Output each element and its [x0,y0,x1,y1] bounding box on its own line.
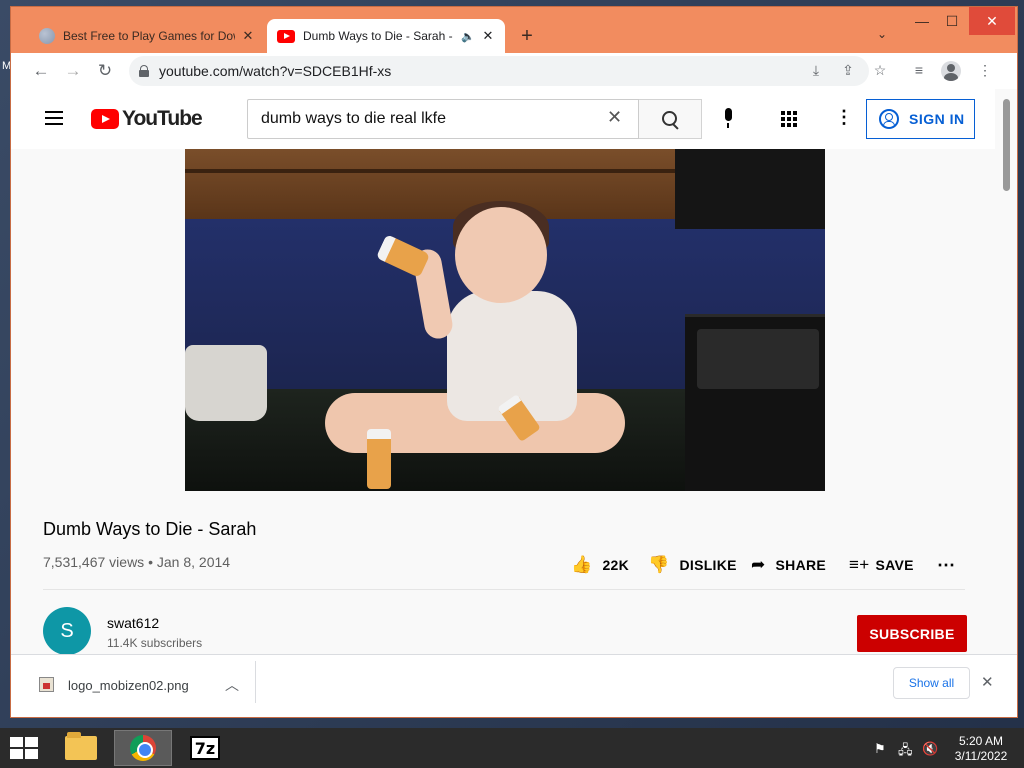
profile-avatar-icon[interactable] [941,61,961,81]
dislike-button[interactable]: 👎 DISLIKE [648,555,737,575]
browser-menu-icon[interactable]: ⋮ [975,62,995,79]
search-button[interactable] [639,99,702,139]
divider [43,589,965,590]
tab-title: Dumb Ways to Die - Sarah - [303,29,453,43]
youtube-favicon-icon [277,29,295,43]
action-center-flag-icon[interactable]: ⚑ [874,741,886,757]
reload-button[interactable]: ↻ [93,59,117,83]
tab-close-icon[interactable]: ✕ [241,28,255,44]
apps-grid-icon[interactable] [781,111,797,127]
back-button[interactable]: ← [29,59,53,83]
tab-close-icon[interactable]: ✕ [481,28,495,44]
new-tab-button[interactable]: + [517,25,537,48]
page-scrollbar[interactable] [995,89,1017,654]
show-all-downloads-button[interactable]: Show all [893,667,970,699]
install-app-icon[interactable]: ⤓ [807,62,825,79]
share-button[interactable]: ➦ SHARE [751,555,826,575]
browser-titlebar: Best Free to Play Games for Dow ✕ Dumb W… [11,7,1017,53]
tab-search-chevron-icon[interactable]: ⌄ [877,27,887,41]
share-arrow-icon: ➦ [751,555,766,574]
video-title: Dumb Ways to Die - Sarah [43,519,257,539]
volume-muted-icon[interactable]: 🔇 [922,741,938,757]
clear-search-icon[interactable]: ✕ [607,107,622,128]
save-button[interactable]: ≡+ SAVE [849,555,914,575]
tab-dumb-ways-to-die[interactable]: Dumb Ways to Die - Sarah - 🔈 ✕ [267,19,505,53]
account-icon [879,109,899,129]
image-file-icon [39,677,54,692]
dislike-label: DISLIKE [679,557,737,573]
lock-icon[interactable] [139,65,149,77]
view-count: 7,531,467 views [43,554,145,570]
sign-in-label: SIGN IN [909,111,965,127]
youtube-logo-text: YouTube [122,107,203,130]
channel-avatar[interactable]: S [43,607,91,654]
share-page-icon[interactable]: ⇪ [839,62,857,79]
url-text: youtube.com/watch?v=SDCEB1Hf-xs [159,63,392,79]
video-player[interactable] [185,149,825,491]
network-icon[interactable]: 🖧 [898,741,913,763]
browser-window: Best Free to Play Games for Dow ✕ Dumb W… [10,6,1018,718]
upload-date: Jan 8, 2014 [156,554,231,570]
channel-name[interactable]: swat612 [107,615,159,631]
like-count: 22K [602,557,630,573]
sign-in-button[interactable]: SIGN IN [866,99,975,139]
taskbar-file-explorer[interactable] [52,730,110,766]
tab-title: Best Free to Play Games for Dow [63,29,235,43]
address-bar[interactable]: youtube.com/watch?v=SDCEB1Hf-xs [129,56,869,86]
like-button[interactable]: 👍 22K [571,555,629,575]
tab-best-free-games[interactable]: Best Free to Play Games for Dow ✕ [29,19,265,53]
more-actions-icon[interactable]: ⋯ [937,555,955,576]
youtube-header: YouTube dumb ways to die real lkfe ✕ ⋮ S… [11,89,995,149]
download-options-chevron-icon[interactable]: ︿ [225,675,239,695]
thumbs-up-icon: 👍 [571,555,593,574]
taskbar-7zip[interactable]: 7z [176,730,234,766]
close-window-button[interactable]: ✕ [969,7,1015,35]
bookmark-star-icon[interactable]: ☆ [871,62,889,79]
minimize-button[interactable]: — [907,7,937,35]
video-meta: 7,531,467 views • Jan 8, 2014 [43,554,231,570]
youtube-logo[interactable]: YouTube [91,107,203,131]
clock-date: 3/11/2022 [954,749,1008,763]
7zip-icon: 7z [190,736,220,760]
scrollbar-thumb[interactable] [1003,99,1010,191]
youtube-page: YouTube dumb ways to die real lkfe ✕ ⋮ S… [11,89,1017,654]
system-clock[interactable]: 5:20 AM 3/11/2022 [950,734,1012,764]
youtube-play-icon [91,109,119,129]
browser-toolbar: ← → ↻ youtube.com/watch?v=SDCEB1Hf-xs ⤓ … [11,53,1017,89]
search-query: dumb ways to die real lkfe [261,110,446,127]
download-shelf: logo_mobizen02.png ︿ Show all ✕ [11,654,1017,717]
hamburger-menu-icon[interactable] [45,111,63,125]
search-input[interactable]: dumb ways to die real lkfe [247,99,639,139]
save-label: SAVE [875,557,914,573]
windows-start-icon[interactable] [10,737,38,759]
taskbar-chrome[interactable] [114,730,172,766]
download-file-name[interactable]: logo_mobizen02.png [68,678,189,693]
search-icon [662,111,678,127]
microphone-icon[interactable] [723,108,733,130]
subscribe-button[interactable]: SUBSCRIBE [857,615,967,652]
clock-time: 5:20 AM [958,734,1004,748]
chrome-icon [130,735,156,761]
subscriber-count: 11.4K subscribers [107,636,203,650]
settings-kebab-icon[interactable]: ⋮ [835,107,853,128]
close-download-shelf-icon[interactable]: ✕ [981,673,994,691]
globe-icon [39,28,55,44]
divider [255,661,256,703]
thumbs-down-icon: 👎 [648,555,670,574]
share-label: SHARE [775,557,827,573]
playlist-add-icon: ≡+ [849,555,870,574]
reading-list-icon[interactable]: ≡ [909,62,929,78]
forward-button[interactable]: → [61,59,85,83]
maximize-button[interactable]: ☐ [937,7,967,35]
folder-icon [65,732,97,760]
taskbar: 7z ⚑ 🖧 🔇 5:20 AM 3/11/2022 [0,728,1024,768]
speaker-icon[interactable]: 🔈 [461,30,475,43]
